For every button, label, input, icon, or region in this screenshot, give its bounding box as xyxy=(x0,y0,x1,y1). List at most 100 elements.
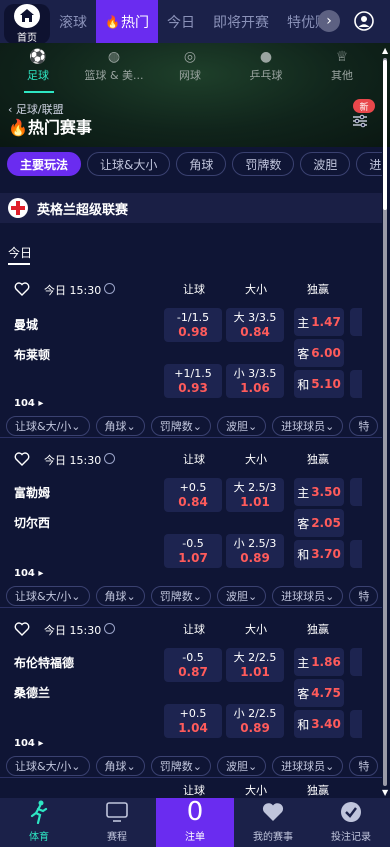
sub-filter[interactable]: 特 xyxy=(349,416,379,436)
odds-win-away[interactable]: 客 2.05 xyxy=(294,509,344,537)
odds-win-home[interactable]: 主 3.50 xyxy=(294,478,344,506)
scroll-up-icon[interactable]: ▲ xyxy=(382,46,388,55)
odds-cell-partial[interactable] xyxy=(350,370,362,398)
header-handicap: 让球 xyxy=(183,623,205,636)
home-icon xyxy=(14,4,40,28)
sub-market-filters: 让球&大/小 ⌄ 角球 ⌄ 罚牌数 ⌄ 波胆 ⌄ 进球球员 ⌄ 特 xyxy=(6,756,382,776)
sub-filter[interactable]: 罚牌数 ⌄ xyxy=(150,756,211,776)
sub-filter[interactable]: 角球 ⌄ xyxy=(95,586,145,606)
odds-under[interactable]: 小 2.5/3 0.89 xyxy=(226,534,284,568)
odds-win-away[interactable]: 客 6.00 xyxy=(294,339,344,367)
tab-upcoming[interactable]: 即将开赛 xyxy=(204,0,278,43)
filter-cards[interactable]: 罚牌数 xyxy=(232,152,295,176)
user-icon[interactable] xyxy=(354,11,374,31)
sub-filter[interactable]: 角球 ⌄ xyxy=(95,756,145,776)
heart-icon[interactable] xyxy=(14,621,30,637)
home-team: 曼城 xyxy=(14,318,39,332)
sub-filter[interactable]: 罚牌数 ⌄ xyxy=(150,586,211,606)
heart-icon xyxy=(262,800,284,824)
odds-draw[interactable]: 和 3.40 xyxy=(294,710,344,738)
filter-scorers[interactable]: 进 xyxy=(356,152,382,176)
sub-filter[interactable]: 特 xyxy=(349,756,379,776)
chevron-right-icon[interactable]: › xyxy=(318,10,340,32)
odds-handicap-away[interactable]: -0.5 1.07 xyxy=(164,534,222,568)
tab-hot[interactable]: 🔥 热门 xyxy=(96,0,158,43)
odds-handicap-home[interactable]: +0.5 0.84 xyxy=(164,478,222,512)
sub-filter[interactable]: 角球 ⌄ xyxy=(95,416,145,436)
sub-filter[interactable]: 罚牌数 ⌄ xyxy=(150,416,211,436)
home-button[interactable]: 首页 xyxy=(4,4,50,44)
bottom-nav-bet-history[interactable]: 投注记录 xyxy=(312,798,390,847)
sport-soccer[interactable]: ⚽ 足球 xyxy=(0,49,76,83)
odds-cell-partial[interactable] xyxy=(350,710,362,738)
odds-win-home[interactable]: 主 1.86 xyxy=(294,648,344,676)
england-flag-icon xyxy=(8,198,28,218)
odds-under[interactable]: 小 2/2.5 0.89 xyxy=(226,704,284,738)
tab-live[interactable]: 滚球 xyxy=(50,0,96,43)
bottom-nav: 体育 赛程 0 注单 我的赛事 投注记录 xyxy=(0,798,390,847)
sub-filter[interactable]: 特 xyxy=(349,586,379,606)
sub-filter[interactable]: 让球&大/小 ⌄ xyxy=(6,586,90,606)
odds-handicap-away[interactable]: +0.5 1.04 xyxy=(164,704,222,738)
league-header[interactable]: 英格兰超级联赛 xyxy=(0,193,382,223)
odds-over[interactable]: 大 3/3.5 0.84 xyxy=(226,308,284,342)
odds-cell-partial[interactable] xyxy=(350,478,362,506)
odds-over[interactable]: 大 2/2.5 1.01 xyxy=(226,648,284,682)
tab-today[interactable]: 今日 xyxy=(158,0,204,43)
page-title: 🔥热门赛事 xyxy=(8,118,92,137)
odds-draw[interactable]: 和 5.10 xyxy=(294,370,344,398)
odds-handicap-home[interactable]: -1/1.5 0.98 xyxy=(164,308,222,342)
sub-filter[interactable]: 波胆 ⌄ xyxy=(216,756,267,776)
odds-win-home[interactable]: 主 1.47 xyxy=(294,308,344,336)
sub-filter[interactable]: 波胆 ⌄ xyxy=(216,586,267,606)
filter-main[interactable]: 主要玩法 xyxy=(7,152,82,176)
bottom-nav-sports[interactable]: 体育 xyxy=(0,798,78,847)
market-filters: 主要玩法 让球&大小 角球 罚牌数 波胆 进 xyxy=(0,152,382,178)
more-markets-button[interactable]: 104 ▸ xyxy=(14,398,43,409)
odds-cell-partial[interactable] xyxy=(350,648,362,676)
sub-filter[interactable]: 让球&大/小 ⌄ xyxy=(6,416,90,436)
heart-icon[interactable] xyxy=(14,451,30,467)
scrollbar[interactable]: ▲ ▼ xyxy=(382,46,388,798)
filter-corners[interactable]: 角球 xyxy=(176,152,227,176)
odds-under[interactable]: 小 3/3.5 1.06 xyxy=(226,364,284,398)
live-stream-icon[interactable] xyxy=(104,453,115,464)
odds-win-away[interactable]: 客 4.75 xyxy=(294,679,344,707)
sport-table-tennis[interactable]: ● 乒乓球 xyxy=(228,49,304,83)
sport-tennis[interactable]: ◎ 网球 xyxy=(152,49,228,83)
bottom-nav-betslip[interactable]: 0 注单 xyxy=(156,798,234,847)
odds-handicap-away[interactable]: +1/1.5 0.93 xyxy=(164,364,222,398)
odds-cell-partial[interactable] xyxy=(350,308,362,336)
live-stream-icon[interactable] xyxy=(104,623,115,634)
fire-icon: 🔥 xyxy=(8,118,28,137)
away-team: 切尔西 xyxy=(14,516,51,530)
sub-filter[interactable]: 波胆 ⌄ xyxy=(216,416,267,436)
header-moneyline: 独赢 xyxy=(307,283,329,296)
trophy-icon: ♕ xyxy=(335,49,349,65)
heart-icon[interactable] xyxy=(14,281,30,297)
sub-filter[interactable]: 进球球员 ⌄ xyxy=(272,586,344,606)
odds-handicap-home[interactable]: -0.5 0.87 xyxy=(164,648,222,682)
sub-filter[interactable]: 进球球员 ⌄ xyxy=(272,756,344,776)
scroll-down-icon[interactable]: ▼ xyxy=(382,788,388,797)
filter-settings-icon[interactable] xyxy=(352,113,368,129)
header-handicap: 让球 xyxy=(183,283,205,296)
bottom-nav-schedule[interactable]: 赛程 xyxy=(78,798,156,847)
filter-correct-score[interactable]: 波胆 xyxy=(300,152,351,176)
more-markets-button[interactable]: 104 ▸ xyxy=(14,568,43,579)
live-stream-icon[interactable] xyxy=(104,283,115,294)
sport-header: ⚽ 足球 ◍ 篮球 & 美... ◎ 网球 ● 乒乓球 ♕ 其他 ‹ 足球/联盟… xyxy=(0,43,390,147)
odds-draw[interactable]: 和 3.70 xyxy=(294,540,344,568)
odds-cell-partial[interactable] xyxy=(350,540,362,568)
sport-basketball[interactable]: ◍ 篮球 & 美... xyxy=(76,49,152,83)
sub-filter[interactable]: 让球&大/小 ⌄ xyxy=(6,756,90,776)
filter-handicap-ou[interactable]: 让球&大小 xyxy=(87,152,171,176)
sub-filter[interactable]: 进球球员 ⌄ xyxy=(272,416,344,436)
scroll-thumb[interactable] xyxy=(383,60,387,210)
bottom-nav-my-events[interactable]: 我的赛事 xyxy=(234,798,312,847)
match-time: 今日 15:30 xyxy=(44,284,102,297)
more-markets-button[interactable]: 104 ▸ xyxy=(14,738,43,749)
odds-over[interactable]: 大 2.5/3 1.01 xyxy=(226,478,284,512)
sport-other[interactable]: ♕ 其他 xyxy=(304,49,380,83)
header-handicap: 让球 xyxy=(183,453,205,466)
